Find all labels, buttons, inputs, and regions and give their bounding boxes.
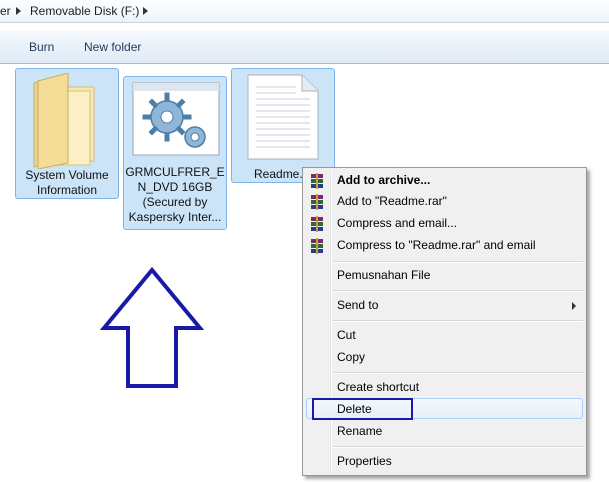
- settings-gear-icon: [132, 82, 220, 156]
- file-item-setup[interactable]: GRMCULFRER_E N_DVD 16GB (Secured by Kasp…: [123, 76, 227, 230]
- menu-separator: [333, 372, 583, 374]
- breadcrumb-removable-disk[interactable]: Removable Disk (F:): [30, 4, 139, 18]
- menu-item-rename[interactable]: Rename: [337, 424, 382, 438]
- menu-item-cut[interactable]: Cut: [337, 328, 356, 342]
- winrar-icon: [311, 238, 323, 254]
- menu-item-properties[interactable]: Properties: [337, 454, 392, 468]
- file-name-line: N_DVD 16GB: [137, 180, 213, 194]
- menu-item-copy[interactable]: Copy: [337, 350, 365, 364]
- folder-icon: [33, 73, 95, 169]
- file-name-line: GRMCULFRER_E: [125, 165, 225, 179]
- winrar-icon: [311, 173, 323, 189]
- menu-item-compress-to-readme-rar-and-email[interactable]: Compress to "Readme.rar" and email: [337, 238, 536, 252]
- file-name-line: System Volume: [25, 168, 109, 182]
- menu-item-add-to-archive[interactable]: Add to archive...: [337, 173, 430, 187]
- menu-separator: [333, 446, 583, 448]
- address-bar[interactable]: er Removable Disk (F:): [0, 0, 609, 23]
- text-document-icon: [247, 74, 319, 160]
- new-folder-button[interactable]: New folder: [84, 40, 141, 54]
- breadcrumb-parent[interactable]: er: [0, 4, 11, 18]
- menu-gutter: [330, 170, 332, 473]
- file-name-line: (Secured by: [142, 195, 208, 209]
- breadcrumb-chevron-icon[interactable]: [143, 7, 148, 15]
- winrar-icon: [311, 216, 323, 232]
- file-item-system-volume[interactable]: System Volume Information: [15, 68, 119, 199]
- breadcrumb-separator-icon[interactable]: [16, 7, 21, 15]
- burn-button[interactable]: Burn: [29, 40, 54, 54]
- winrar-icon: [311, 194, 323, 210]
- file-item-readme[interactable]: Readme.t: [231, 68, 335, 183]
- menu-item-compress-and-email[interactable]: Compress and email...: [337, 216, 457, 230]
- up-arrow-annotation-icon: [100, 266, 204, 388]
- menu-separator: [333, 261, 583, 263]
- menu-item-send-to[interactable]: Send to: [337, 298, 378, 312]
- menu-item-add-to-readme-rar[interactable]: Add to "Readme.rar": [337, 194, 447, 208]
- context-menu: Add to archive... Add to "Readme.rar" Co…: [302, 167, 587, 476]
- delete-annotation-box: [312, 398, 413, 420]
- menu-item-pemusnahan-file[interactable]: Pemusnahan File: [337, 268, 430, 282]
- menu-separator: [333, 290, 583, 292]
- file-name-line: Information: [36, 183, 98, 197]
- menu-item-create-shortcut[interactable]: Create shortcut: [337, 380, 419, 394]
- file-name-line: Kaspersky Inter...: [128, 210, 222, 224]
- command-toolbar: Burn New folder: [0, 30, 609, 64]
- submenu-arrow-icon: [572, 302, 576, 310]
- menu-separator: [333, 320, 583, 322]
